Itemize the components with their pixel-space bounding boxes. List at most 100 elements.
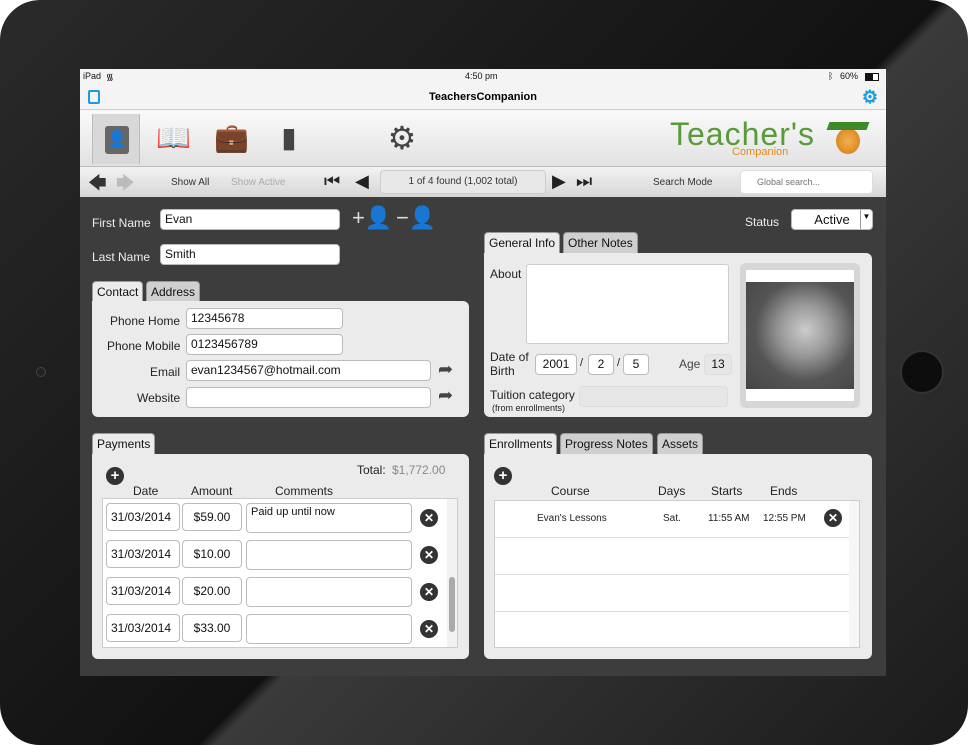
tuition-category-sublabel: (from enrollments) [492,403,566,413]
add-enrollment-button[interactable]: + [494,467,512,485]
tab-contact[interactable]: Contact [92,281,144,302]
battery-percent: 60% [840,71,859,81]
dob-day-field[interactable]: 5 [623,354,649,375]
tab-address[interactable]: Address [146,281,201,302]
tool-contacts-button[interactable]: 👤 [92,114,140,164]
payment-date-field[interactable]: 31/03/2014 [106,577,180,605]
general-info-panel: About Date of Birth 2001 / 2 / 5 Age 13 … [484,253,872,417]
total-value: $1,772.00 [392,463,446,477]
status-label: Status [745,215,780,229]
contact-card-icon: 👤 [105,126,129,154]
tuition-category-label: Tuition category [490,388,575,402]
enrollments-list: Evan's Lessons Sat. 11:55 AM 12:55 PM ✕ [494,500,860,648]
search-mode-button[interactable]: Search Mode [653,177,712,188]
document-icon[interactable]: ▮ [272,122,306,154]
forward-arrow-icon[interactable]: 🡆 [116,171,135,201]
phone-mobile-label: Phone Mobile [107,339,181,353]
email-label: Email [150,365,181,379]
delete-payment-button[interactable]: ✕ [420,509,438,527]
scrollbar-thumb[interactable] [449,577,455,632]
payment-comment-field[interactable] [246,614,412,644]
tab-progress-notes[interactable]: Progress Notes [560,433,653,454]
payment-amount-field[interactable]: $33.00 [182,614,242,642]
next-record-icon[interactable]: ▶ [552,171,566,192]
total-label: Total: [357,463,386,477]
delete-payment-button[interactable]: ✕ [420,583,438,601]
date-separator: / [580,357,584,369]
clock: 4:50 pm [465,71,498,81]
home-button[interactable] [900,350,944,394]
delete-enrollment-button[interactable]: ✕ [824,509,842,527]
payment-amount-field[interactable]: $20.00 [182,577,242,605]
header-ends: Ends [770,484,798,498]
tab-payments[interactable]: Payments [92,433,156,454]
student-photo [746,282,854,389]
header-date: Date [133,484,159,498]
last-name-field[interactable]: Smith [160,244,340,265]
dob-year-field[interactable]: 2001 [535,354,577,375]
show-all-button[interactable]: Show All [171,177,209,188]
delete-payment-button[interactable]: ✕ [420,620,438,638]
gear-icon[interactable]: ⚙ [385,122,419,154]
send-email-arrow-icon[interactable]: ➦ [438,359,453,380]
remove-user-icon[interactable]: −👤 [396,205,436,231]
table-row[interactable]: 31/03/2014 $10.00 ✕ [80,538,438,572]
payment-date-field[interactable]: 31/03/2014 [106,540,180,568]
table-row[interactable]: Evan's Lessons Sat. 11:55 AM 12:55 PM ✕ [495,501,850,537]
battery-icon [865,73,879,81]
dob-month-field[interactable]: 2 [588,354,614,375]
previous-record-icon[interactable]: ◀ [355,171,369,192]
payment-amount-field[interactable]: $10.00 [182,540,242,568]
graduation-cap-icon [826,122,870,130]
email-field[interactable]: evan1234567@hotmail.com [186,360,431,381]
payment-date-field[interactable]: 31/03/2014 [106,614,180,642]
bluetooth-icon: ᛒ [828,71,834,81]
add-payment-button[interactable]: + [106,467,124,485]
about-textarea[interactable] [526,264,729,344]
enrollments-scrollbar[interactable] [849,501,859,647]
tab-enrollments[interactable]: Enrollments [484,433,558,454]
photo-mat [746,270,854,401]
payment-date-field[interactable]: 31/03/2014 [106,503,180,531]
payment-amount-field[interactable]: $59.00 [182,503,242,531]
payment-comment-field[interactable]: Paid up until now [246,503,412,533]
show-active-button[interactable]: Show Active [231,177,285,188]
first-record-icon[interactable]: ⏮ [324,171,340,192]
phone-mobile-field[interactable]: 0123456789 [186,334,343,355]
status-bar: iPad ᯾ 4:50 pm ᛒ 60% [80,69,886,85]
about-label: About [490,267,522,281]
global-search-input[interactable] [740,170,873,194]
back-arrow-icon[interactable]: 🡄 [88,171,107,201]
website-field[interactable] [186,387,431,408]
header-amount: Amount [191,484,233,498]
last-record-icon[interactable]: ⏭ [576,171,592,192]
windows-icon[interactable] [88,90,100,104]
photo-frame[interactable] [740,263,860,408]
tab-general-info[interactable]: General Info [484,232,561,253]
starts-cell: 11:55 AM [708,513,750,524]
briefcase-icon[interactable]: 💼 [214,122,249,154]
status-dropdown[interactable]: Active ▼ [791,209,873,230]
logo-orange-icon [836,128,860,154]
open-website-arrow-icon[interactable]: ➦ [438,385,453,406]
screen: iPad ᯾ 4:50 pm ᛒ 60% TeachersCompanion ⚙… [80,69,886,676]
header-course: Course [551,484,590,498]
add-user-icon[interactable]: +👤 [352,205,392,231]
table-row[interactable]: 31/03/2014 $59.00 Paid up until now ✕ [80,501,438,535]
tab-other-notes[interactable]: Other Notes [563,232,638,253]
payment-comment-field[interactable] [246,577,412,607]
table-row[interactable]: 31/03/2014 $33.00 ✕ [80,612,438,646]
payments-scrollbar[interactable] [447,499,457,647]
tuition-category-field [579,386,728,407]
tab-assets[interactable]: Assets [657,433,704,454]
settings-gear-icon[interactable]: ⚙ [862,85,878,110]
phone-home-label: Phone Home [110,314,181,328]
ends-cell: 12:55 PM [763,513,806,524]
table-row[interactable]: 31/03/2014 $20.00 ✕ [80,575,438,609]
payment-comment-field[interactable] [246,540,412,570]
phone-home-field[interactable]: 12345678 [186,308,343,329]
book-icon[interactable]: 📖 [156,122,191,154]
delete-payment-button[interactable]: ✕ [420,546,438,564]
first-name-field[interactable]: Evan [160,209,340,230]
toolbar: 👤 📖 💼 ▮ ⚙ Teacher's Companion [80,110,886,166]
